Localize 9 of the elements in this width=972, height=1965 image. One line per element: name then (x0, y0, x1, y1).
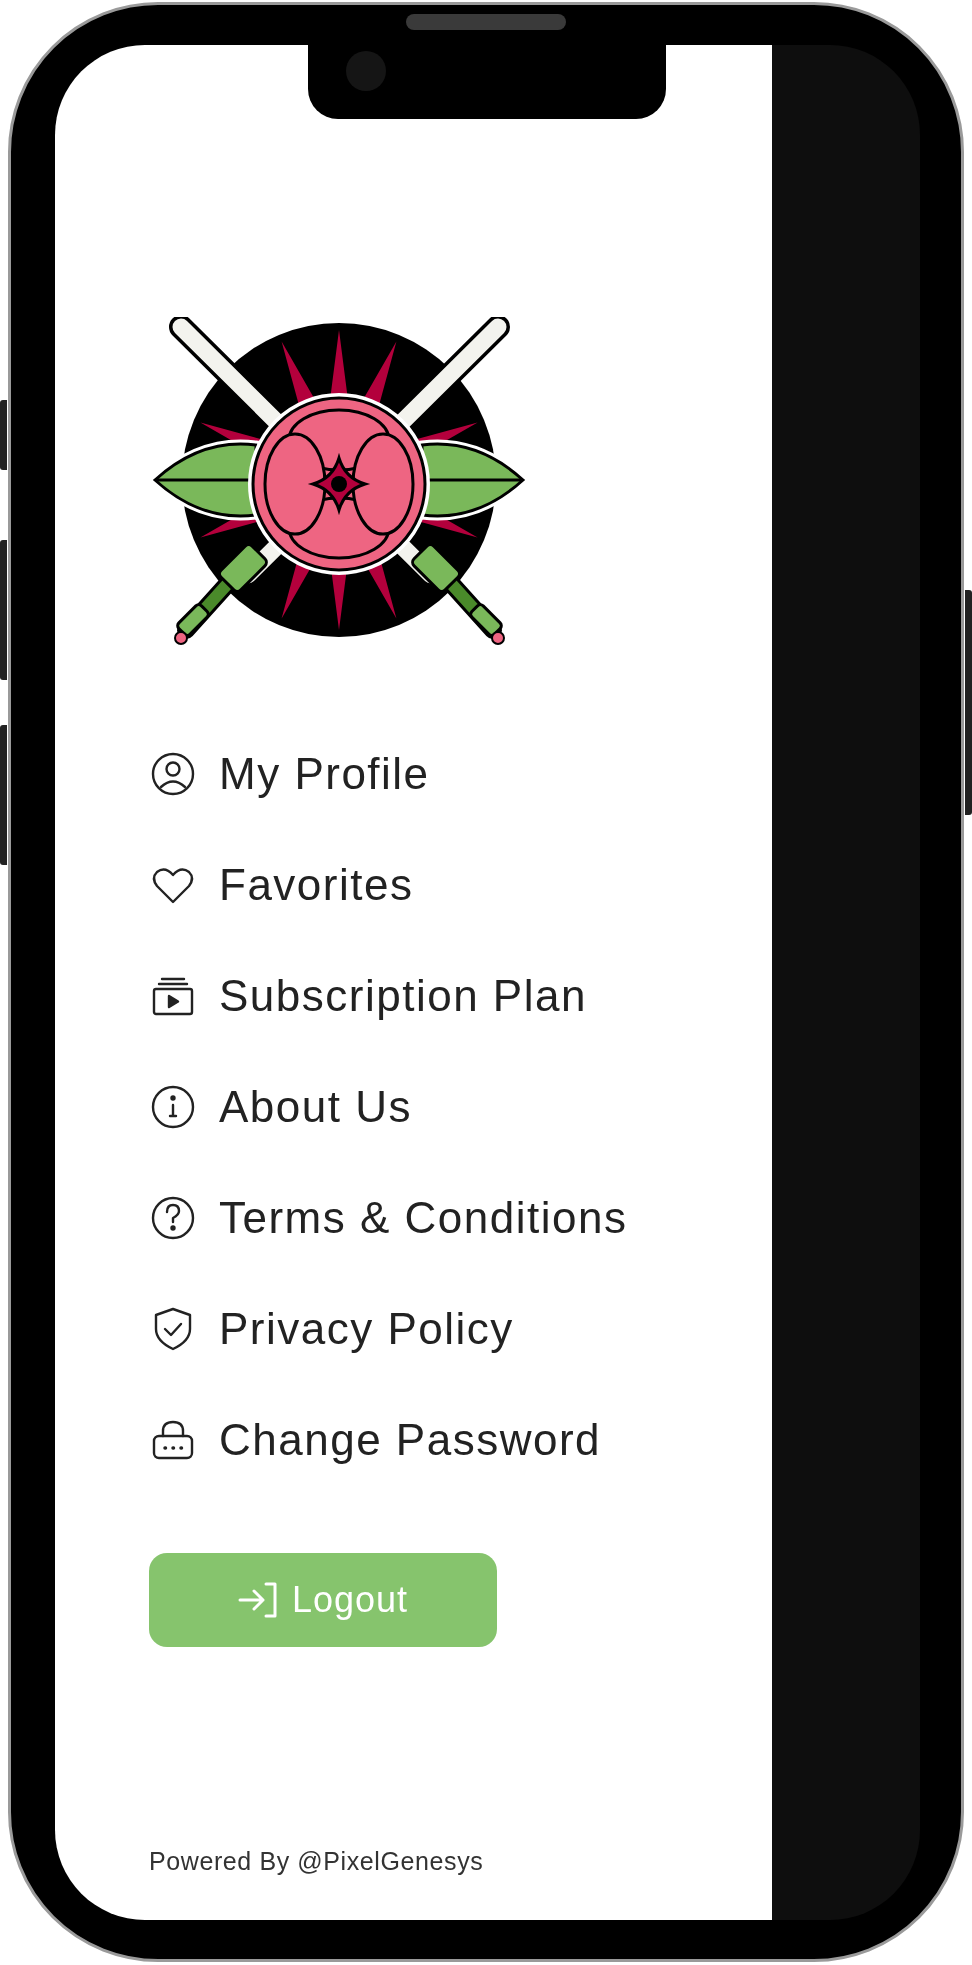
powered-by-text: Powered By @PixelGenesys (149, 1846, 485, 1877)
menu-item[interactable]: Terms & Conditions (149, 1162, 772, 1273)
menu-item[interactable]: My Profile (149, 718, 772, 829)
menu-item[interactable]: Privacy Policy (149, 1273, 772, 1384)
menu-item[interactable]: Favorites (149, 829, 772, 940)
menu-item[interactable]: Change Password (149, 1384, 772, 1495)
menu-item[interactable]: About Us (149, 1051, 772, 1162)
menu-item[interactable]: Subscription Plan (149, 940, 772, 1051)
login-arrow-icon (237, 1581, 278, 1619)
